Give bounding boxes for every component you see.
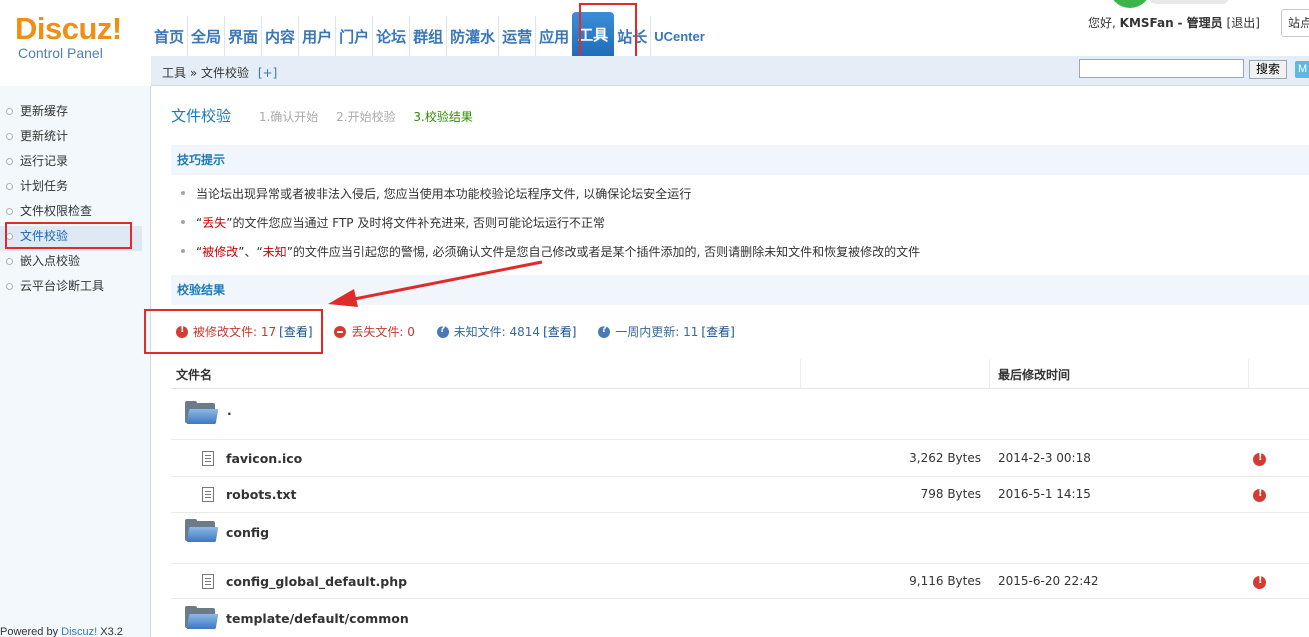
nav-item-style[interactable]: 界面 xyxy=(224,16,261,56)
file-mtime: 2015-6-20 22:42 xyxy=(998,574,1099,588)
nav-item-safe[interactable]: 防灌水 xyxy=(446,16,498,56)
table-row[interactable]: robots.txt 798 Bytes 2016-5-1 14:15 xyxy=(171,478,1309,513)
sidebar-item-cloud-diag[interactable]: 云平台诊断工具 xyxy=(0,276,150,301)
stat-highlight-box xyxy=(144,309,323,354)
map-button[interactable]: M xyxy=(1295,61,1309,78)
table-row[interactable]: . xyxy=(171,390,1309,440)
file-icon xyxy=(202,451,214,466)
nav-item-group[interactable]: 群组 xyxy=(409,16,446,56)
tip-item: “丢失”的文件您应当通过 FTP 及时将文件补充进来, 否则可能论坛运行不正常 xyxy=(180,209,920,238)
col-mtime: 最后修改时间 xyxy=(998,368,1071,382)
username[interactable]: KMSFan xyxy=(1120,16,1174,30)
sidebar: 更新缓存 更新统计 运行记录 计划任务 文件权限检查 文件校验 嵌入点校验 云平… xyxy=(0,86,151,637)
file-icon xyxy=(202,487,214,502)
breadcrumb: 工具 » 文件校验 [+] xyxy=(162,64,277,81)
nav-item-extended[interactable]: 运营 xyxy=(498,16,535,56)
sidebar-item-cron[interactable]: 计划任务 xyxy=(0,176,150,201)
user-info: 您好, KMSFan - 管理员 [退出] xyxy=(1088,14,1260,31)
main-content: 文件校验 1.确认开始 2.开始校验 3.校验结果 技巧提示 当论坛出现异常或者… xyxy=(144,87,1309,637)
file-size: 3,262 Bytes xyxy=(909,451,981,465)
warning-icon xyxy=(1253,452,1266,466)
file-table-header: 文件名 最后修改时间 xyxy=(171,359,1309,389)
powered-version: X3.2 xyxy=(97,626,123,637)
warning-icon xyxy=(1253,488,1266,502)
step-confirm: 1.确认开始 xyxy=(258,110,319,124)
annotation-arrow xyxy=(328,260,543,307)
table-row[interactable]: favicon.ico 3,262 Bytes 2014-2-3 00:18 xyxy=(171,441,1309,477)
logout-link[interactable]: [退出] xyxy=(1227,16,1260,30)
nav-item-user[interactable]: 用户 xyxy=(298,16,335,56)
tips-heading: 技巧提示 xyxy=(171,145,1309,175)
step-header: 文件校验 1.确认开始 2.开始校验 3.校验结果 xyxy=(171,105,473,126)
logo[interactable]: Discuz! Control Panel xyxy=(15,11,145,61)
view-week-link[interactable]: [查看] xyxy=(701,323,734,340)
nav-item-forum[interactable]: 论坛 xyxy=(372,16,409,56)
table-row[interactable]: config_global_default.php 9,116 Bytes 20… xyxy=(171,565,1309,599)
table-row[interactable]: template/default/common xyxy=(171,600,1309,637)
file-size: 798 Bytes xyxy=(920,487,981,501)
greeting: 您好, xyxy=(1088,16,1116,30)
sidebar-menu: 更新缓存 更新统计 运行记录 计划任务 文件权限检查 文件校验 嵌入点校验 云平… xyxy=(0,101,150,301)
sidebar-item-update-stats[interactable]: 更新统计 xyxy=(0,126,150,151)
header: Discuz! Control Panel 首页 全局 界面 内容 用户 门户 … xyxy=(0,0,1309,61)
breadcrumb-current: 文件校验 xyxy=(201,66,250,80)
breadcrumb-bar: 工具 » 文件校验 [+] 搜索 M xyxy=(151,56,1309,86)
status-badge xyxy=(1109,0,1151,8)
breadcrumb-sep: » xyxy=(189,66,198,80)
tips-list: 当论坛出现异常或者被非法入侵后, 您应当使用本功能校验论坛程序文件, 以确保论坛… xyxy=(180,180,920,267)
powered-brand-link[interactable]: Discuz! xyxy=(61,626,97,637)
sidebar-item-update-cache[interactable]: 更新缓存 xyxy=(0,101,150,126)
sidebar-highlight-box xyxy=(5,222,132,249)
folder-icon xyxy=(185,401,219,425)
site-button[interactable]: 站点 xyxy=(1281,9,1309,37)
folder-name: config xyxy=(226,525,270,540)
file-mtime: 2014-2-3 00:18 xyxy=(998,451,1091,465)
table-row[interactable]: config xyxy=(171,514,1309,564)
warning-icon xyxy=(1253,575,1266,589)
powered-by: Powered by Discuz! X3.2 xyxy=(0,626,123,637)
file-name: config_global_default.php xyxy=(226,574,408,589)
search-input[interactable] xyxy=(1079,59,1244,78)
step-checking: 2.开始校验 xyxy=(336,110,396,124)
nav-item-plugin[interactable]: 应用 xyxy=(535,16,572,56)
file-mtime: 2016-5-1 14:15 xyxy=(998,487,1091,501)
question-icon xyxy=(598,324,611,338)
folder-name: . xyxy=(227,403,232,418)
nav-item-ucenter[interactable]: UCenter xyxy=(650,16,708,56)
nav-highlight-box xyxy=(579,3,637,59)
col-filename: 文件名 xyxy=(176,368,213,382)
user-role: - 管理员 xyxy=(1177,16,1223,30)
stat-week-updated: 一周内更新: 11 [查看] xyxy=(598,323,735,340)
file-name: robots.txt xyxy=(226,487,297,502)
search-button[interactable]: 搜索 xyxy=(1249,60,1287,79)
breadcrumb-root[interactable]: 工具 xyxy=(162,66,186,80)
logo-subtitle: Control Panel xyxy=(18,45,103,61)
tip-item: 当论坛出现异常或者被非法入侵后, 您应当使用本功能校验论坛程序文件, 以确保论坛… xyxy=(180,180,920,209)
sidebar-item-run-log[interactable]: 运行记录 xyxy=(0,151,150,176)
nav-item-home[interactable]: 首页 xyxy=(151,16,187,56)
file-name: favicon.ico xyxy=(226,451,303,466)
folder-name: template/default/common xyxy=(226,611,409,626)
folder-icon xyxy=(185,519,219,543)
folder-icon xyxy=(185,606,219,630)
nav-item-content[interactable]: 内容 xyxy=(261,16,298,56)
logo-title: Discuz! xyxy=(15,11,122,46)
file-size: 9,116 Bytes xyxy=(909,574,981,588)
powered-prefix: Powered by xyxy=(0,626,62,637)
status-tab xyxy=(1149,0,1229,4)
step-result: 3.校验结果 xyxy=(413,110,473,124)
sidebar-item-hook-check[interactable]: 嵌入点校验 xyxy=(0,251,150,276)
file-icon xyxy=(202,574,214,589)
page-title: 文件校验 xyxy=(171,107,232,125)
add-shortcut-link[interactable]: [+] xyxy=(258,66,277,80)
nav-item-portal[interactable]: 门户 xyxy=(335,16,372,56)
nav-item-global[interactable]: 全局 xyxy=(187,16,224,56)
